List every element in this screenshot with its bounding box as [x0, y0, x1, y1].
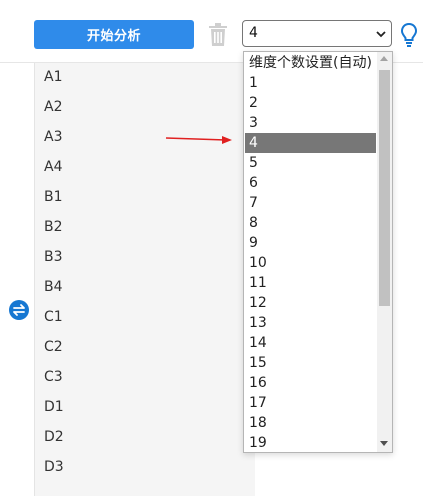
arrow-icon	[165, 136, 232, 144]
list-item[interactable]: A1	[44, 69, 62, 85]
option-13[interactable]: 13	[245, 313, 376, 333]
option-12[interactable]: 12	[245, 293, 376, 313]
trash-icon[interactable]	[208, 23, 228, 47]
list-item[interactable]: B1	[44, 189, 63, 205]
dimension-select-value: 4	[249, 25, 258, 41]
list-item[interactable]: B4	[44, 279, 63, 295]
option-9[interactable]: 9	[245, 233, 376, 253]
option-15[interactable]: 15	[245, 353, 376, 373]
dimension-dropdown-list: 维度个数设置(自动) 1 2 3 4 5 6 7 8 9 10 11 12 13…	[243, 51, 393, 453]
option-1[interactable]: 1	[245, 73, 376, 93]
list-item[interactable]: B3	[44, 249, 63, 265]
option-4-selected[interactable]: 4	[245, 133, 376, 153]
option-auto[interactable]: 维度个数设置(自动)	[245, 53, 376, 73]
list-item[interactable]: C3	[44, 369, 63, 385]
scroll-down-arrow-icon[interactable]	[380, 441, 388, 446]
start-analysis-button[interactable]: 开始分析	[34, 20, 194, 49]
scrollbar-thumb[interactable]	[379, 70, 390, 306]
option-17[interactable]: 17	[245, 393, 376, 413]
list-item[interactable]: C1	[44, 309, 63, 325]
option-18[interactable]: 18	[245, 413, 376, 433]
list-item[interactable]: A4	[44, 159, 62, 175]
option-19[interactable]: 19	[245, 433, 376, 453]
lightbulb-icon[interactable]	[400, 22, 418, 48]
option-5[interactable]: 5	[245, 153, 376, 173]
list-item[interactable]: D1	[44, 399, 64, 415]
swap-icon[interactable]	[8, 299, 30, 321]
option-7[interactable]: 7	[245, 193, 376, 213]
option-8[interactable]: 8	[245, 213, 376, 233]
list-item[interactable]: C2	[44, 339, 63, 355]
option-10[interactable]: 10	[245, 253, 376, 273]
list-item[interactable]: A3	[44, 129, 62, 145]
option-14[interactable]: 14	[245, 333, 376, 353]
list-item[interactable]: D2	[44, 429, 64, 445]
list-item[interactable]: B2	[44, 219, 63, 235]
list-item[interactable]: D3	[44, 459, 64, 475]
dimension-list-panel: A1 A2 A3 A4 B1 B2 B3 B4 C1 C2 C3 D1 D2 D…	[34, 63, 255, 496]
dropdown-scrollbar[interactable]	[377, 52, 392, 452]
option-2[interactable]: 2	[245, 93, 376, 113]
chevron-down-icon	[376, 31, 386, 38]
option-11[interactable]: 11	[245, 273, 376, 293]
option-3[interactable]: 3	[245, 113, 376, 133]
option-6[interactable]: 6	[245, 173, 376, 193]
list-item[interactable]: A2	[44, 99, 62, 115]
scroll-up-arrow-icon[interactable]	[380, 56, 388, 61]
option-16[interactable]: 16	[245, 373, 376, 393]
dimension-select[interactable]: 4	[242, 20, 392, 47]
